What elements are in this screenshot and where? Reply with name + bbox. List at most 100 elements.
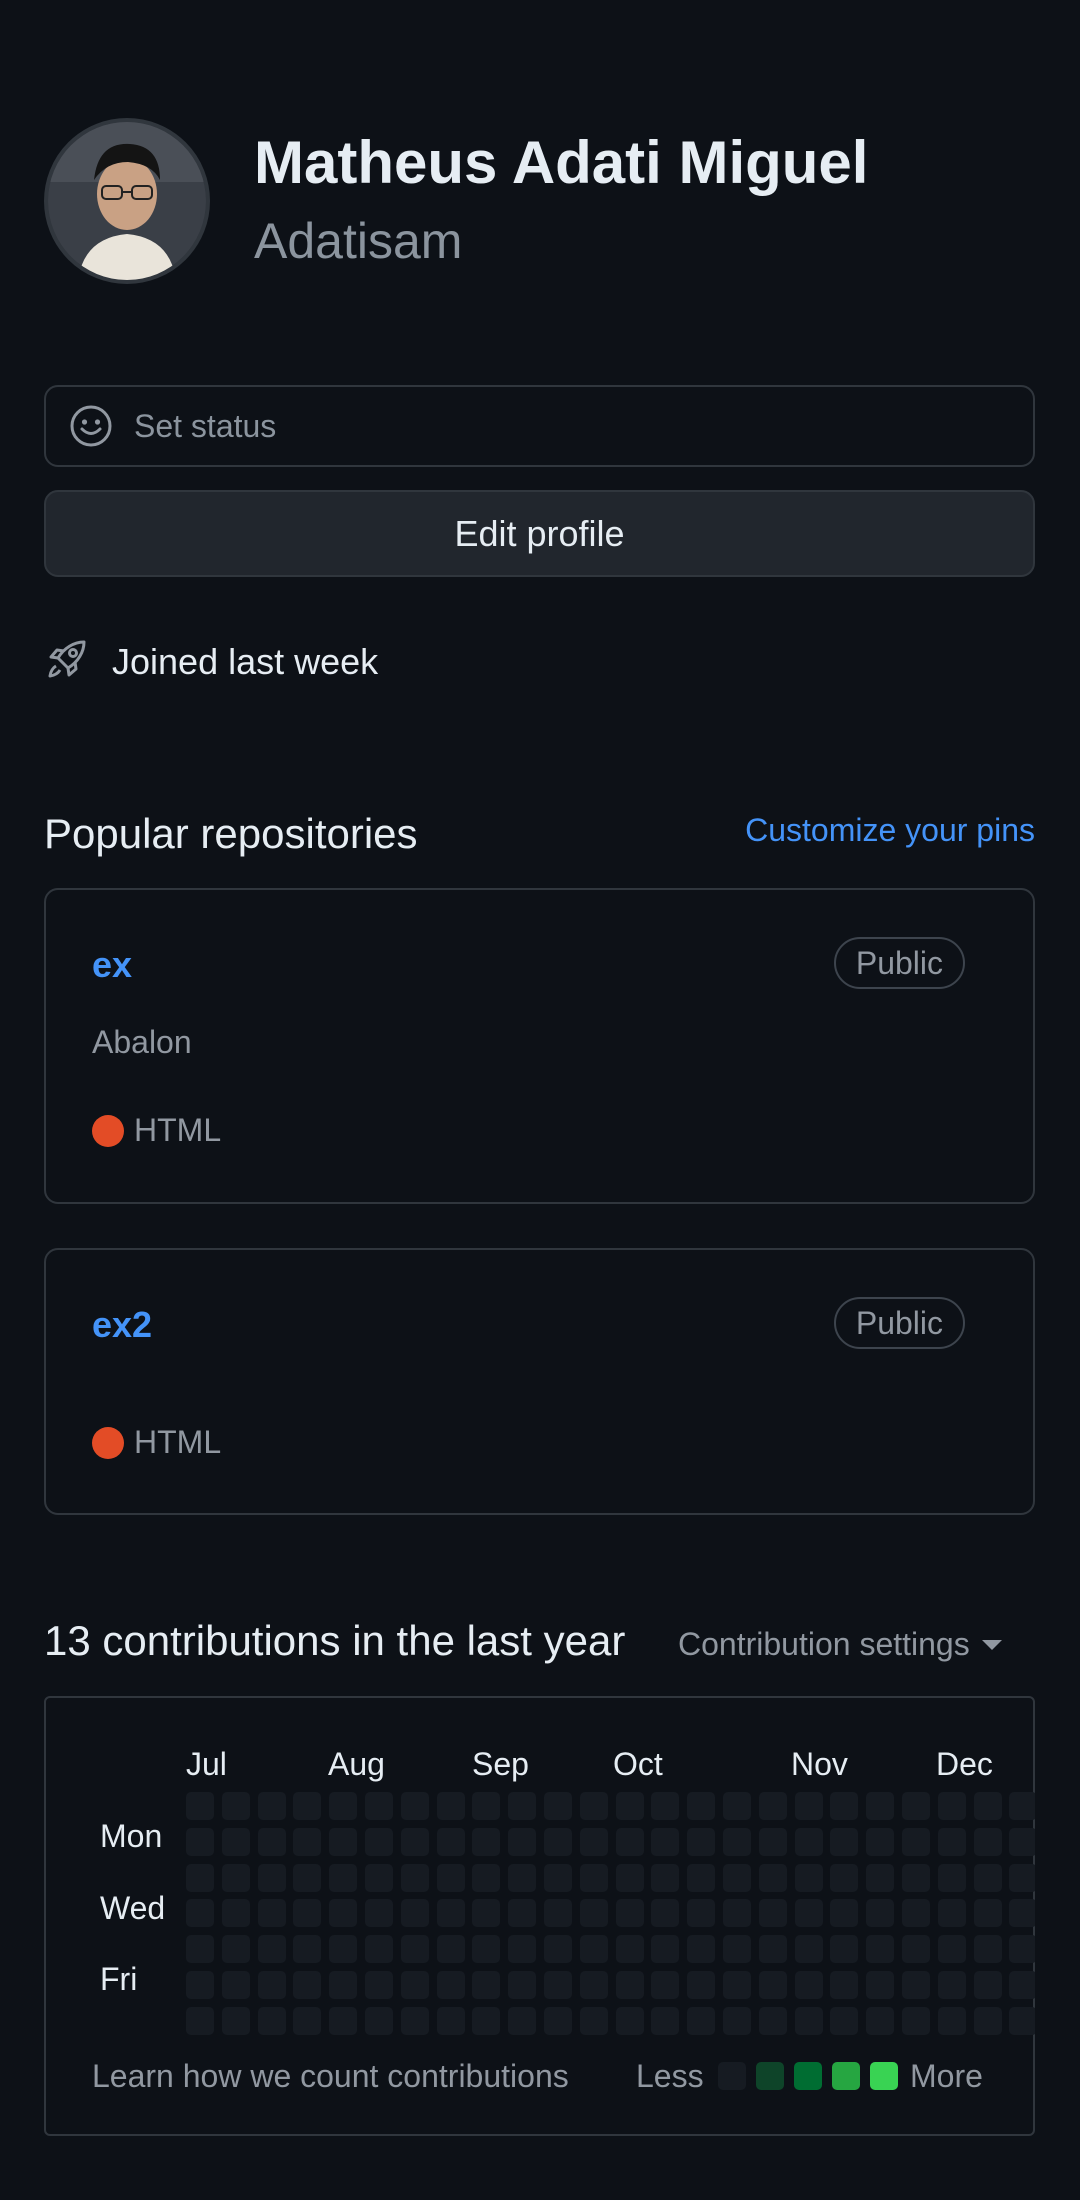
- visibility-badge: Public: [833, 1297, 965, 1349]
- contribution-cell: [544, 1863, 572, 1892]
- repo-card[interactable]: ex Public Abalon HTML: [44, 888, 1035, 1204]
- contribution-cell: [579, 2006, 608, 2035]
- edit-profile-button[interactable]: Edit profile: [44, 490, 1035, 577]
- contribution-cell: [902, 1827, 930, 1856]
- contribution-cell: [472, 1899, 501, 1928]
- contribution-cell: [723, 1971, 751, 1999]
- contribution-cell: [508, 2006, 537, 2035]
- contribution-cell: [257, 1792, 286, 1820]
- contribution-cell: [866, 1899, 895, 1928]
- contribution-cell: [293, 2006, 322, 2035]
- contribution-cell: [472, 2006, 501, 2035]
- set-status-button[interactable]: Set status: [44, 385, 1035, 467]
- contribution-cell: [186, 1863, 214, 1892]
- customize-pins-link[interactable]: Customize your pins: [745, 812, 1035, 849]
- contribution-cell: [472, 1971, 501, 1999]
- repo-card[interactable]: ex2 Public HTML: [44, 1248, 1035, 1515]
- month-label: Dec: [936, 1746, 993, 1782]
- contribution-cell: [257, 2006, 286, 2035]
- contribution-cell: [615, 1971, 644, 1999]
- contribution-cell: [400, 1971, 429, 1999]
- contribution-cell: [973, 1863, 1002, 1892]
- contribution-cell: [400, 1899, 429, 1928]
- day-label: Fri: [100, 1961, 138, 1997]
- contributions-title: 13 contributions in the last year: [44, 1617, 626, 1664]
- contribution-cell: [579, 1899, 608, 1928]
- chevron-down-icon: [981, 1639, 1002, 1650]
- repo-language-label: HTML: [134, 1112, 222, 1148]
- avatar[interactable]: [44, 118, 210, 284]
- contribution-cell: [436, 1935, 465, 1964]
- contribution-cell: [830, 1935, 859, 1964]
- contribution-cell: [723, 1899, 751, 1928]
- contribution-cell: [1009, 1863, 1035, 1892]
- contribution-cell: [794, 2006, 823, 2035]
- contribution-cell: [436, 2006, 465, 2035]
- contribution-cell: [579, 1792, 608, 1820]
- contribution-cell: [221, 1971, 250, 1999]
- contribution-cell: [902, 1899, 930, 1928]
- user-avatar-photo: [48, 122, 206, 280]
- contribution-cell: [436, 1827, 465, 1856]
- repo-name-link[interactable]: ex2: [92, 1304, 152, 1346]
- contribution-cell: [973, 2006, 1002, 2035]
- contribution-settings-dropdown[interactable]: Contribution settings: [678, 1626, 1002, 1663]
- contribution-cell: [1009, 1792, 1035, 1820]
- joined-info: Joined last week: [44, 636, 378, 687]
- contribution-cell: [651, 1935, 680, 1964]
- contribution-cell: [902, 1935, 930, 1964]
- legend-level-1: [756, 2062, 784, 2090]
- contribution-cell: [472, 1935, 501, 1964]
- contribution-cell: [365, 1827, 393, 1856]
- contribution-cell: [723, 2006, 751, 2035]
- contribution-cell: [508, 1971, 537, 1999]
- joined-label: Joined last week: [112, 640, 379, 682]
- contribution-cell: [544, 2006, 572, 2035]
- month-label: Oct: [613, 1746, 663, 1782]
- contribution-settings-label: Contribution settings: [678, 1626, 970, 1662]
- smiley-icon: [68, 403, 114, 449]
- contribution-cell: [794, 1792, 823, 1820]
- contribution-cell: [365, 1792, 393, 1820]
- contribution-cell: [293, 1827, 322, 1856]
- contribution-cell: [579, 1935, 608, 1964]
- contribution-cell: [365, 1935, 393, 1964]
- contribution-cell: [937, 1935, 966, 1964]
- contribution-cell: [758, 1899, 787, 1928]
- contribution-cell: [794, 1935, 823, 1964]
- contribution-cell: [365, 2006, 393, 2035]
- contribution-cell: [973, 1899, 1002, 1928]
- contribution-cell: [400, 1827, 429, 1856]
- contribution-cell: [866, 1792, 895, 1820]
- contribution-cell: [293, 1792, 322, 1820]
- contribution-cell: [758, 1792, 787, 1820]
- contribution-cell: [651, 1971, 680, 1999]
- visibility-badge: Public: [833, 937, 965, 989]
- contribution-cell: [651, 1827, 680, 1856]
- contribution-cell: [758, 1827, 787, 1856]
- contribution-cell: [758, 1863, 787, 1892]
- repo-name-link[interactable]: ex: [92, 944, 132, 986]
- month-label: Sep: [472, 1746, 529, 1782]
- contribution-cell: [758, 2006, 787, 2035]
- contribution-cell: [723, 1792, 751, 1820]
- contribution-cell: [866, 2006, 895, 2035]
- contribution-cell: [687, 1971, 716, 1999]
- contribution-cell: [687, 1935, 716, 1964]
- contribution-cell: [436, 1863, 465, 1892]
- contribution-cell: [257, 1935, 286, 1964]
- contribution-cell: [651, 1863, 680, 1892]
- contribution-cell: [973, 1827, 1002, 1856]
- contribution-cell: [186, 1971, 214, 1999]
- learn-contributions-link[interactable]: Learn how we count contributions: [92, 2058, 569, 2095]
- contribution-cell: [615, 1863, 644, 1892]
- profile-full-name: Matheus Adati Miguel: [254, 129, 869, 196]
- contribution-cell: [293, 1935, 322, 1964]
- repo-language: HTML: [92, 1424, 221, 1461]
- contribution-cell: [651, 1899, 680, 1928]
- contribution-cell: [830, 2006, 859, 2035]
- contribution-cell: [365, 1863, 393, 1892]
- contribution-cell: [866, 1863, 895, 1892]
- contribution-cell: [902, 1863, 930, 1892]
- contribution-cell: [508, 1899, 537, 1928]
